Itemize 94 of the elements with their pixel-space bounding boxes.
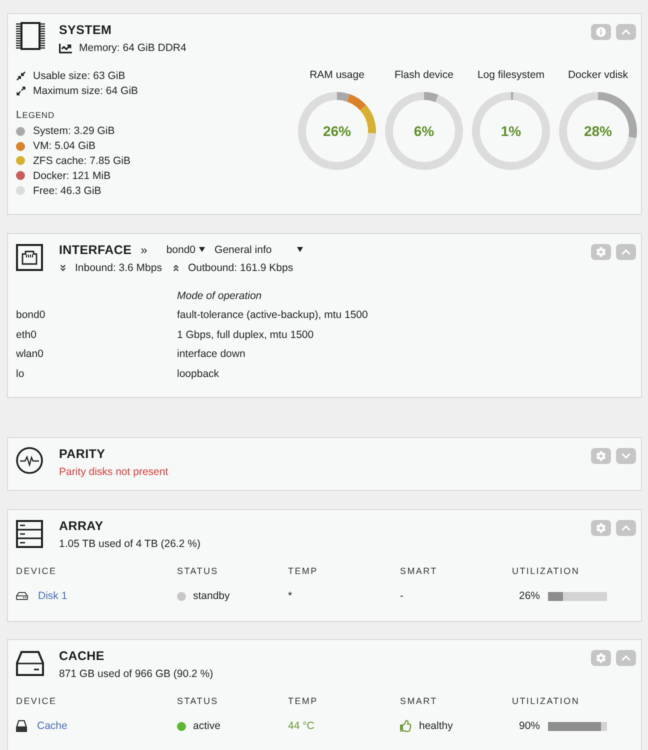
status-text: standby [193, 590, 230, 602]
panel-title: SYSTEM [59, 22, 112, 38]
legend-label: VM: 5.04 GiB [33, 139, 96, 154]
interface-mode: fault-tolerance (active-backup), mtu 1500 [177, 309, 368, 322]
column-header: Mode of operation [177, 290, 262, 302]
column-header: UTILIZATION [512, 565, 580, 578]
double-chevron-down-icon [59, 264, 67, 272]
hard-drive-icon [16, 590, 28, 602]
outbound-rate: Outbound: 161.9 Kbps [188, 260, 294, 275]
gauge-reading: 1% [500, 124, 522, 138]
interface-name: eth0 [16, 328, 36, 341]
gauge-label: Flash device [394, 68, 454, 83]
settings-button[interactable] [591, 244, 611, 260]
device-link[interactable]: Cache [37, 720, 68, 732]
size-info: Usable size: 63 GiB [33, 68, 126, 82]
temperature: 44 °C [288, 720, 314, 732]
interface-mode: loopback [177, 368, 220, 380]
collapse-button[interactable] [616, 520, 636, 536]
settings-icon [596, 523, 606, 534]
chip-icon [16, 22, 45, 50]
interface-mode: interface down [177, 348, 246, 360]
ethernet-port-icon [16, 244, 43, 271]
status-text: active [193, 720, 220, 732]
caret-icon [296, 247, 303, 252]
panel-title: PARITY [59, 446, 106, 462]
column-header: DEVICE [16, 565, 57, 578]
heartbeat-icon [16, 447, 43, 474]
breadcrumb-separator: » [140, 242, 148, 257]
temperature: * [288, 590, 292, 602]
collapse-button[interactable] [616, 24, 636, 40]
interface-name: bond0 [16, 309, 46, 322]
gauge-label: Docker vdisk [568, 68, 628, 83]
hard-drive-icon [16, 651, 44, 676]
column-header: SMART [400, 695, 438, 708]
gauge-reading: 6% [414, 124, 434, 138]
view-select[interactable]: General info [214, 242, 303, 258]
drive-icon [16, 720, 27, 732]
settings-button[interactable] [591, 520, 611, 536]
column-header: UTILIZATION [512, 695, 580, 708]
interface-name: lo [16, 368, 24, 380]
chevron-up-icon [621, 246, 631, 257]
interface-mode: 1 Gbps, full duplex, mtu 1500 [177, 328, 314, 341]
column-header: SMART [400, 565, 438, 578]
panel-title: INTERFACE [59, 242, 132, 258]
memory-info: Memory: 64 GiB DDR4 [79, 41, 186, 55]
chevron-up-icon [621, 653, 631, 664]
settings-button[interactable] [591, 650, 611, 666]
column-header: STATUS [177, 695, 218, 708]
usage-summary: 1.05 TB used of 4 TB (26.2 %) [59, 537, 200, 552]
collapse-button[interactable] [616, 650, 636, 666]
compress-arrows-icon [16, 70, 26, 80]
legend-title: LEGEND [16, 108, 54, 122]
smart-status: healthy [419, 720, 453, 732]
gauge-label: RAM usage [310, 68, 364, 83]
expand-button[interactable] [616, 448, 636, 464]
server-icon [16, 520, 43, 548]
chevron-down-icon [621, 451, 631, 462]
device-link[interactable]: Disk 1 [38, 590, 68, 602]
expand-arrows-icon [16, 86, 26, 96]
column-header: TEMP [288, 695, 318, 708]
utilization-reading: 90% [519, 720, 540, 732]
gauge-reading: 28% [584, 124, 612, 138]
column-header: TEMP [288, 565, 318, 578]
line-chart-icon [59, 42, 72, 54]
column-header: DEVICE [16, 695, 57, 708]
usage-summary: 871 GB used of 966 GB (90.2 %) [59, 667, 214, 682]
size-info: Maximum size: 64 GiB [33, 84, 138, 98]
interface-name: wlan0 [16, 348, 44, 360]
gauge-label: Log filesystem [477, 68, 545, 83]
interface-select[interactable]: bond0 [166, 242, 205, 258]
settings-icon [596, 653, 606, 664]
column-header: STATUS [177, 565, 218, 578]
parity-status: Parity disks not present [59, 465, 168, 480]
gauge-reading: 26% [322, 124, 352, 138]
inbound-rate: Inbound: 3.6 Mbps [75, 260, 162, 275]
panel-title: CACHE [59, 648, 104, 664]
info-icon [596, 27, 606, 37]
caret-icon [198, 247, 205, 252]
legend-label: Docker: 121 MiB [33, 168, 111, 183]
settings-icon [596, 451, 606, 462]
settings-icon [596, 246, 606, 257]
legend-label: System: 3.29 GiB [33, 124, 115, 138]
utilization-reading: 26% [519, 590, 540, 602]
settings-button[interactable] [591, 448, 611, 464]
chevron-up-icon [621, 523, 631, 534]
legend-label: ZFS cache: 7.85 GiB [33, 154, 130, 168]
chevron-up-icon [621, 27, 631, 37]
info-button[interactable] [591, 24, 611, 40]
panel-title: ARRAY [59, 518, 104, 534]
smart-status: - [400, 590, 404, 602]
legend-label: Free: 46.3 GiB [33, 184, 102, 198]
collapse-button[interactable] [616, 244, 636, 260]
double-chevron-up-icon [172, 264, 180, 272]
thumbs-up-icon [400, 720, 412, 732]
